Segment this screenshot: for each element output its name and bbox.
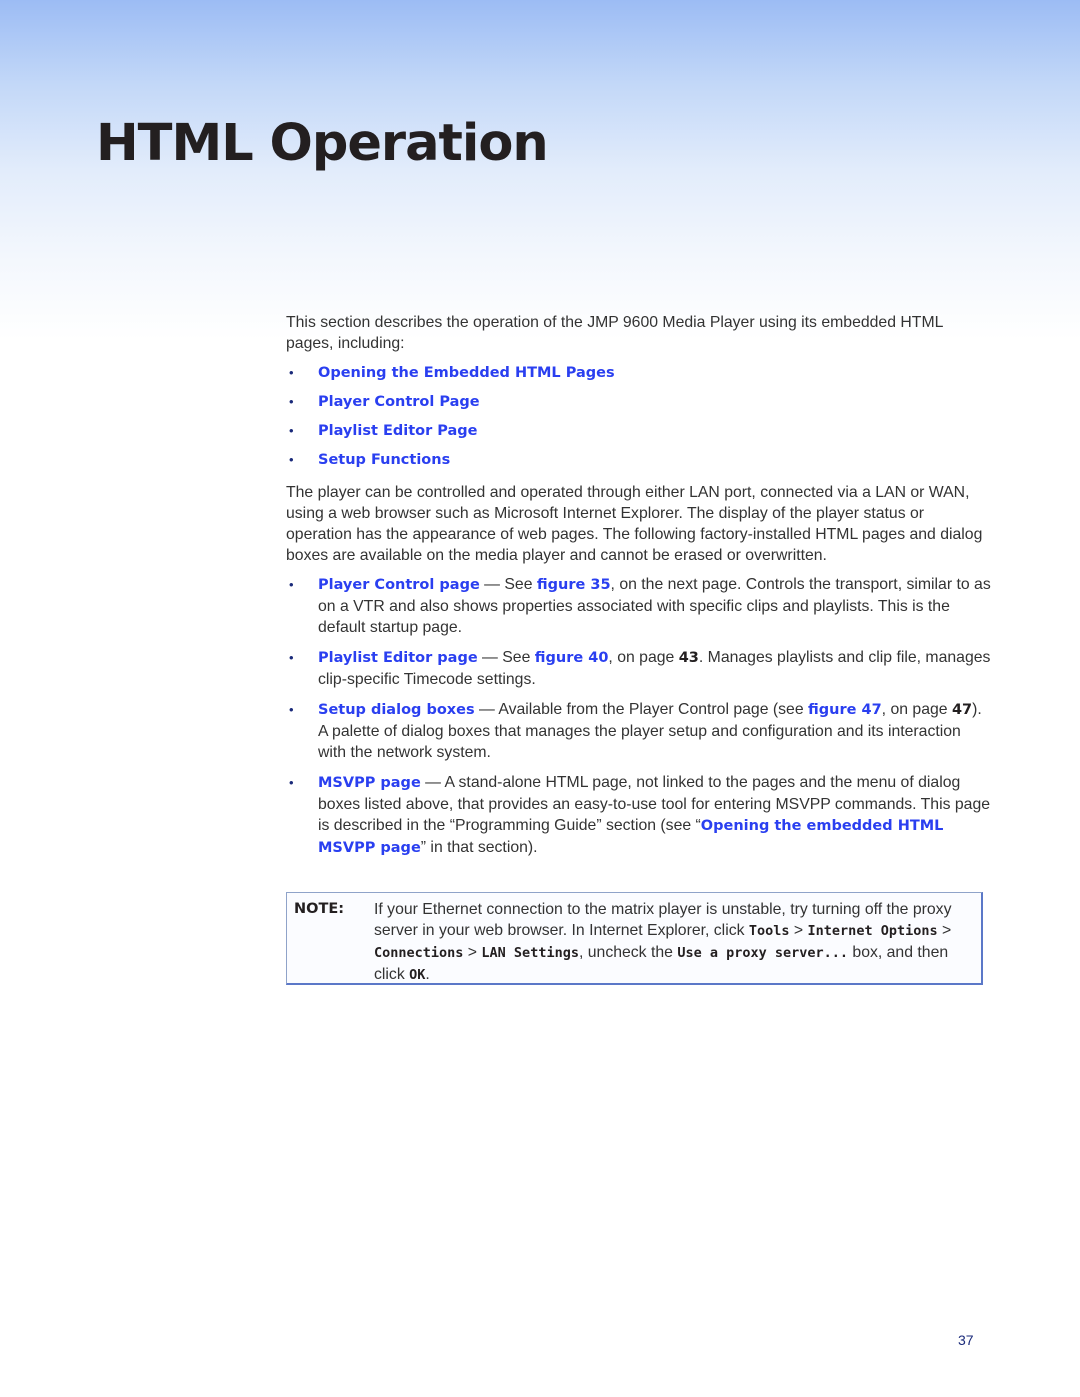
html-pages-list: • Player Control page — See figure 35 , o… — [286, 574, 991, 859]
checkbox-use-proxy: Use a proxy server... — [677, 945, 849, 961]
note-box: NOTE: If your Ethernet connection to the… — [286, 892, 983, 985]
msvpp-page-link[interactable]: MSVPP page — [318, 775, 421, 791]
item-text: , on page — [608, 649, 679, 666]
toc-link-playlist-editor[interactable]: Playlist Editor Page — [318, 423, 478, 439]
figure-35-link[interactable]: figure 35 — [537, 577, 611, 593]
intro-paragraph: This section describes the operation of … — [286, 314, 943, 352]
bullet-icon: • — [289, 650, 294, 665]
bullet-icon: • — [289, 577, 294, 592]
item-text: — See — [477, 649, 535, 666]
figure-40-link[interactable]: figure 40 — [535, 650, 609, 666]
button-ok: OK — [409, 967, 426, 983]
note-text: If your Ethernet connection to the matri… — [374, 899, 974, 986]
note-text-run: . — [425, 966, 430, 983]
bullet-icon: • — [289, 702, 294, 717]
figure-47-link[interactable]: figure 47 — [808, 702, 882, 718]
page-ref: 47 — [951, 702, 973, 718]
main-content: This section describes the operation of … — [286, 312, 991, 868]
bullet-icon: • — [289, 452, 294, 467]
menu-separator: > — [789, 922, 808, 939]
page-number: 37 — [958, 1332, 974, 1348]
toc-item: • Player Control Page — [286, 391, 991, 420]
bullet-icon: • — [289, 775, 294, 790]
player-control-page-link[interactable]: Player Control page — [318, 577, 480, 593]
toc-link-setup-functions[interactable]: Setup Functions — [318, 452, 450, 468]
overview-paragraph: The player can be controlled and operate… — [286, 484, 983, 564]
toc-link-opening-pages[interactable]: Opening the Embedded HTML Pages — [318, 365, 615, 381]
toc-item: • Setup Functions — [286, 449, 991, 478]
menu-tools: Tools — [748, 923, 790, 939]
note-label: NOTE: — [294, 901, 345, 917]
section-toc-list: • Opening the Embedded HTML Pages • Play… — [286, 362, 991, 478]
page-ref: 43 — [678, 650, 699, 666]
item-text: , on page — [881, 701, 952, 718]
page-description-item: • MSVPP page — A stand-alone HTML page, … — [286, 772, 991, 859]
note-text-run: , uncheck the — [578, 944, 678, 961]
bullet-icon: • — [289, 423, 294, 438]
setup-dialog-boxes-link[interactable]: Setup dialog boxes — [318, 702, 475, 718]
bullet-icon: • — [289, 365, 294, 380]
item-text: — See — [479, 576, 537, 593]
toc-item: • Opening the Embedded HTML Pages — [286, 362, 991, 391]
toc-link-player-control[interactable]: Player Control Page — [318, 394, 480, 410]
button-lan-settings: LAN Settings — [481, 945, 579, 961]
page-description-item: • Player Control page — See figure 35, o… — [286, 574, 991, 638]
menu-internet-options: Internet Options — [807, 923, 938, 939]
menu-separator: > — [937, 922, 952, 939]
menu-separator: > — [463, 944, 482, 961]
page-description-item: • Setup dialog boxes — Available from th… — [286, 699, 991, 763]
toc-item: • Playlist Editor Page — [286, 420, 991, 449]
tab-connections: Connections — [374, 945, 464, 961]
playlist-editor-page-link[interactable]: Playlist Editor page — [318, 650, 478, 666]
page-title: HTML Operation — [96, 114, 549, 173]
item-text: ” in that section). — [420, 839, 538, 856]
page-description-item: • Playlist Editor page — See figure 40, … — [286, 647, 991, 690]
item-text: — Available from the Player Control page… — [474, 701, 808, 718]
bullet-icon: • — [289, 394, 294, 409]
